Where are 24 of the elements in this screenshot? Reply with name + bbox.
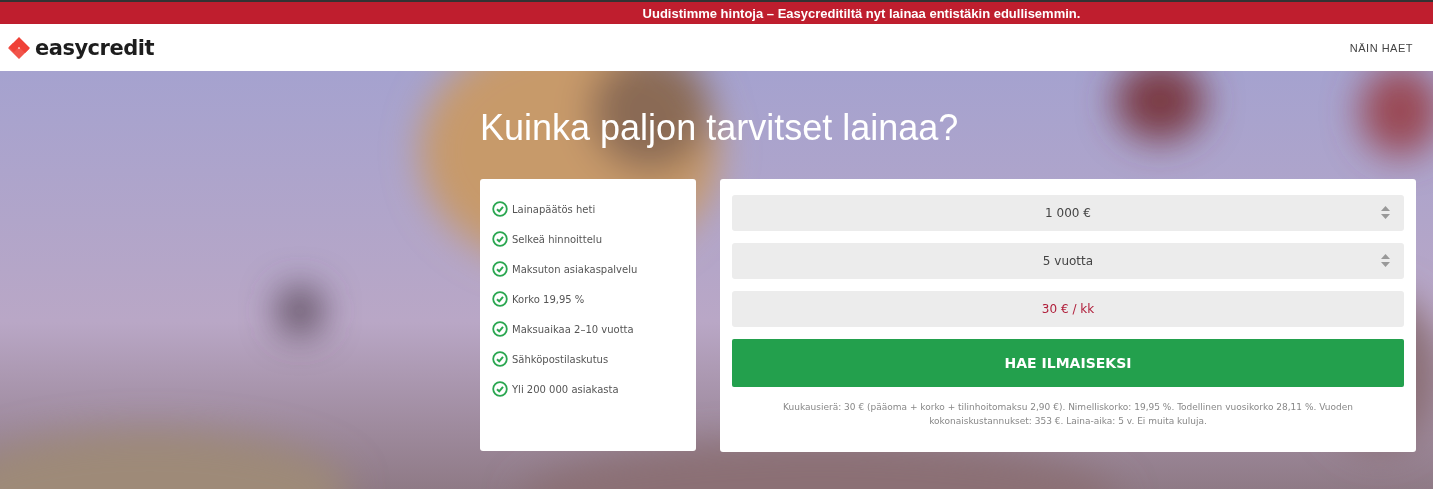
check-circle-icon bbox=[492, 201, 508, 217]
benefit-text: Selkeä hinnoittelu bbox=[512, 233, 602, 245]
benefit-text: Korko 19,95 % bbox=[512, 293, 585, 305]
benefit-text: Sähköpostilaskutus bbox=[512, 353, 609, 365]
check-circle-icon bbox=[492, 381, 508, 397]
amount-select[interactable]: 1 000 € bbox=[732, 195, 1404, 231]
logo-icon bbox=[7, 35, 31, 60]
check-circle-icon bbox=[492, 351, 508, 367]
benefit-text: Lainapäätös heti bbox=[512, 203, 596, 215]
period-select[interactable]: 5 vuotta bbox=[732, 243, 1404, 279]
benefit-text: Maksuton asiakaspalvelu bbox=[512, 263, 638, 275]
stepper-arrows-icon bbox=[1381, 206, 1390, 219]
brand-logo-text: easycredit bbox=[35, 35, 154, 60]
announcement-text: Uudistimme hintoja – Easycreditiltä nyt lainaa entistäkin edullisemmin. bbox=[642, 5, 1081, 21]
check-circle-icon bbox=[492, 231, 508, 247]
nav-link[interactable]: NÄIN HAET bbox=[1349, 41, 1413, 54]
loan-terms-text: Kuukausierä: 30 € (pääoma + korko + tilinhoitomaksu 2,90 €). Nimelliskorko: 19,95 %. Todellinen vuosikorko 28,11 %. Vuoden kokonaiskustannukset: 353 €. Laina-aika: 5 v. Ei muita kuluja. bbox=[782, 401, 1354, 428]
benefit-text: Maksuaikaa 2–10 vuotta bbox=[512, 323, 634, 335]
check-circle-icon bbox=[492, 261, 508, 277]
benefit-text: Yli 200 000 asiakasta bbox=[512, 383, 619, 395]
check-circle-icon bbox=[492, 291, 508, 307]
monthly-payment-text: 30 € / kk bbox=[732, 291, 1404, 327]
stepper-arrows-icon bbox=[1381, 254, 1390, 267]
check-circle-icon bbox=[492, 321, 508, 337]
